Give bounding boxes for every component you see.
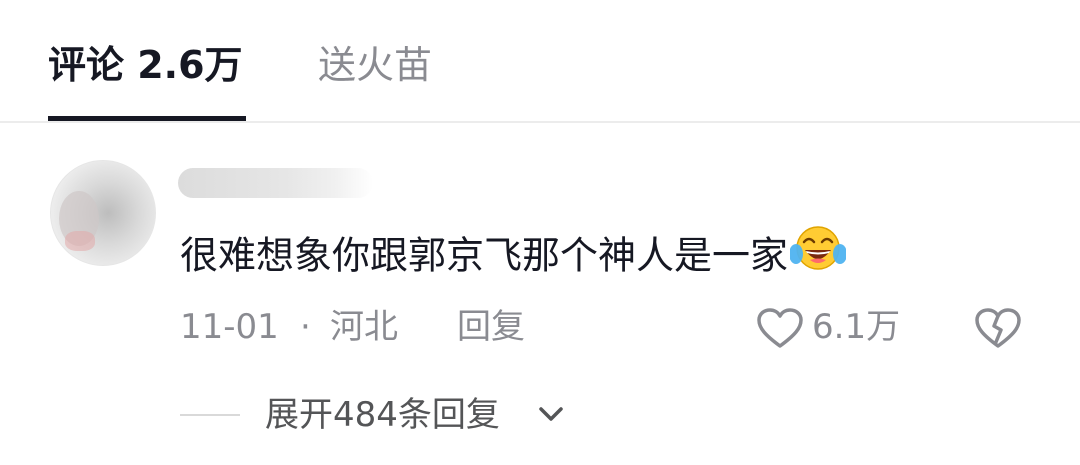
expand-replies-button[interactable]: 展开484条回复	[265, 392, 500, 438]
avatar[interactable]	[50, 160, 156, 266]
comment-panel: 评论 2.6万 送火苗 很难想象你跟郭京飞那个神人是一家 11-01 · 河北 …	[0, 0, 1080, 465]
avatar-blur-accent	[65, 231, 95, 251]
expand-divider-line	[180, 414, 240, 416]
tab-divider	[0, 121, 1080, 123]
like-count: 6.1万	[812, 307, 901, 347]
heart-outline-icon[interactable]	[755, 306, 805, 350]
tab-send-fire[interactable]: 送火苗	[318, 40, 432, 90]
comment-body: 很难想象你跟郭京飞那个神人是一家	[180, 233, 789, 278]
comment-date: 11-01	[180, 307, 279, 347]
username-blurred[interactable]	[178, 168, 373, 198]
reply-button[interactable]: 回复	[457, 305, 525, 349]
broken-heart-icon[interactable]	[973, 306, 1023, 350]
comment-region: 河北	[330, 307, 398, 347]
meta-separator: ·	[300, 307, 311, 347]
comment-text: 很难想象你跟郭京飞那个神人是一家	[180, 226, 848, 288]
laughing-with-tears-emoji-icon	[789, 224, 848, 284]
chevron-down-icon[interactable]	[537, 403, 565, 425]
tab-comments[interactable]: 评论 2.6万	[48, 40, 243, 90]
